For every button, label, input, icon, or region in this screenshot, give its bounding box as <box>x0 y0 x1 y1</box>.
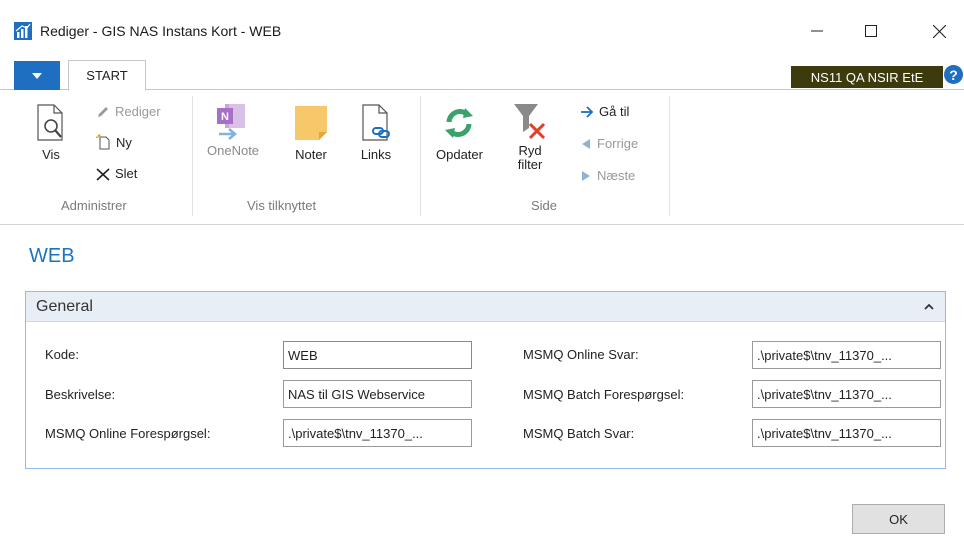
svg-text:N: N <box>221 111 229 123</box>
pencil-icon <box>98 106 108 117</box>
rediger-label: Rediger <box>115 104 161 119</box>
onenote-button[interactable]: N OneNote <box>207 102 259 158</box>
msmq-batch-forespoergsel-field[interactable]: .\private$\tnv_11370_... <box>752 380 941 408</box>
naeste-label: Næste <box>597 168 636 183</box>
view-document-icon <box>37 104 63 141</box>
group-label-side: Side <box>531 198 558 213</box>
file-menu-button[interactable] <box>14 61 60 90</box>
msmq-online-forespoergsel-label: MSMQ Online Forespørgsel: <box>45 426 211 441</box>
close-icon <box>932 24 946 38</box>
group-divider <box>420 96 421 216</box>
rediger-button[interactable]: Rediger <box>96 104 161 119</box>
kode-field[interactable]: WEB <box>283 341 472 369</box>
delete-x-icon <box>96 167 110 181</box>
new-document-icon <box>96 134 110 150</box>
opdater-label: Opdater <box>436 147 483 162</box>
links-label: Links <box>360 147 392 162</box>
general-fasttab: General Kode: WEB Beskrivelse: NAS til G… <box>25 291 946 469</box>
close-button[interactable] <box>916 14 962 48</box>
links-button[interactable]: Links <box>359 104 393 162</box>
page-title: WEB <box>29 245 75 267</box>
ribbon: Vis Rediger Ny Slet Administrer N OneNot… <box>0 90 964 225</box>
maximize-button[interactable] <box>848 14 894 48</box>
vis-label: Vis <box>42 147 60 162</box>
ny-label: Ny <box>116 134 132 150</box>
app-logo-icon <box>14 22 32 40</box>
kode-label: Kode: <box>45 347 79 362</box>
maximize-icon <box>865 25 877 37</box>
slet-button[interactable]: Slet <box>96 166 137 181</box>
group-divider <box>192 96 193 216</box>
onenote-label: OneNote <box>207 143 260 158</box>
group-divider <box>669 96 670 216</box>
general-header-label: General <box>36 297 93 315</box>
ryd-filter-label-line2: filter <box>517 157 543 172</box>
dropdown-arrow-icon <box>32 72 42 79</box>
ok-button[interactable]: OK <box>852 504 945 534</box>
ny-button[interactable]: Ny <box>96 134 132 150</box>
opdater-button[interactable]: Opdater <box>436 104 483 162</box>
triangle-left-icon <box>582 138 590 149</box>
general-fasttab-header[interactable]: General <box>26 292 945 322</box>
msmq-batch-forespoergsel-label: MSMQ Batch Forespørgsel: <box>523 387 685 402</box>
msmq-online-forespoergsel-field[interactable]: .\private$\tnv_11370_... <box>283 419 472 447</box>
ryd-filter-label-line1: Ryd <box>518 143 542 158</box>
msmq-online-svar-field[interactable]: .\private$\tnv_11370_... <box>752 341 941 369</box>
minimize-icon <box>811 30 823 32</box>
ga-til-label: Gå til <box>599 104 630 119</box>
noter-button[interactable]: Noter <box>293 104 329 162</box>
ga-til-button[interactable]: Gå til <box>580 104 629 119</box>
window-title: Rediger - GIS NAS Instans Kort - WEB <box>40 23 282 39</box>
chevron-up-icon[interactable] <box>923 298 935 314</box>
minimize-button[interactable] <box>794 14 840 48</box>
onenote-icon: N <box>217 104 246 140</box>
triangle-right-icon <box>582 170 590 181</box>
msmq-online-svar-label: MSMQ Online Svar: <box>523 347 639 362</box>
environment-badge: NS11 QA NSIR EtE <box>791 66 943 88</box>
msmq-batch-svar-field[interactable]: .\private$\tnv_11370_... <box>752 419 941 447</box>
link-document-icon <box>362 104 390 141</box>
forrige-label: Forrige <box>597 136 639 151</box>
ribbon-tabs: START NS11 QA NSIR EtE ? <box>0 58 964 91</box>
ryd-filter-label: Ryd filter <box>518 144 543 172</box>
tab-start[interactable]: START <box>68 60 146 91</box>
title-bar: Rediger - GIS NAS Instans Kort - WEB <box>0 0 964 52</box>
beskrivelse-label: Beskrivelse: <box>45 387 116 402</box>
note-icon <box>295 106 327 140</box>
refresh-icon <box>445 108 474 138</box>
help-icon[interactable]: ? <box>944 65 963 84</box>
arrow-right-icon <box>581 105 594 118</box>
group-label-administrer: Administrer <box>61 198 127 213</box>
ryd-filter-button[interactable]: Ryd filter <box>512 102 548 172</box>
forrige-button[interactable]: Forrige <box>580 136 638 151</box>
naeste-button[interactable]: Næste <box>580 168 635 183</box>
slet-label: Slet <box>115 166 138 181</box>
noter-label: Noter <box>295 147 327 162</box>
beskrivelse-field[interactable]: NAS til GIS Webservice <box>283 380 472 408</box>
clear-filter-icon <box>514 104 546 140</box>
vis-button[interactable]: Vis <box>34 104 68 162</box>
msmq-batch-svar-label: MSMQ Batch Svar: <box>523 426 635 441</box>
group-label-vis-tilknyttet: Vis tilknyttet <box>247 198 317 213</box>
